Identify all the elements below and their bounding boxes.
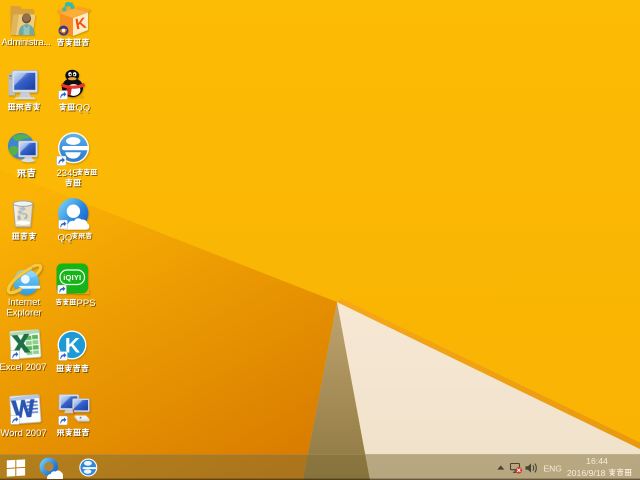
svg-text:2345: 2345 — [57, 168, 78, 179]
svg-text:Word 2007: Word 2007 — [0, 428, 46, 439]
svg-text:16:44: 16:44 — [586, 456, 608, 466]
svg-text:Internet: Internet — [8, 297, 41, 308]
svg-text:Administra...: Administra... — [2, 37, 51, 48]
svg-text:Explorer: Explorer — [6, 308, 41, 319]
svg-text:QQ: QQ — [58, 232, 73, 243]
svg-text:PPS: PPS — [77, 298, 96, 309]
svg-text:ENG: ENG — [544, 463, 562, 473]
svg-text:iQIYI: iQIYI — [63, 273, 81, 282]
svg-text:2016/9/18: 2016/9/18 — [567, 468, 606, 478]
svg-text:QQ: QQ — [76, 103, 90, 113]
svg-text:Excel 2007: Excel 2007 — [0, 362, 47, 373]
